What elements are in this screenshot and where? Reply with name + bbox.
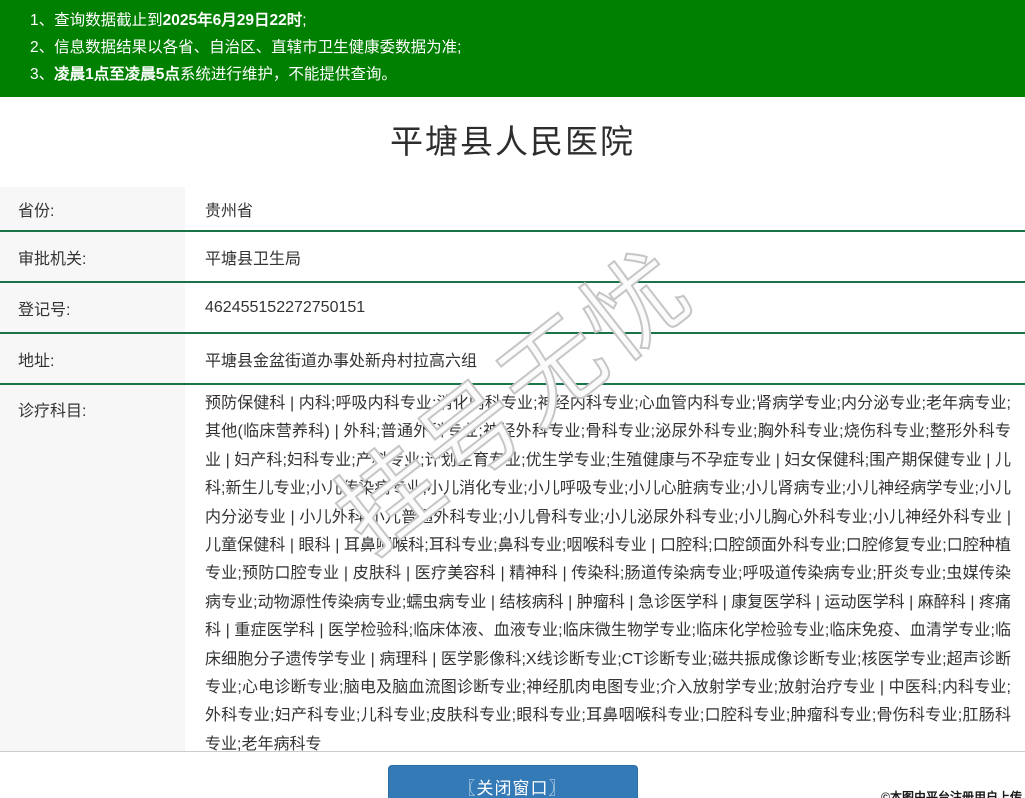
page-title: 平塘县人民医院	[390, 123, 635, 160]
notice-line-1: 1、查询数据截止到2025年6月29日22时;	[30, 7, 1015, 34]
table-row-departments: 诊疗科目: 预防保健科 | 内科;呼吸内科专业;消化内科专业;神经内科专业;心血…	[0, 385, 1025, 752]
notice-1-suffix: ;	[302, 12, 307, 29]
notice-line-3: 3、凌晨1点至凌晨5点系统进行维护，不能提供查询。	[30, 61, 1015, 88]
close-window-button[interactable]: 〖关闭窗口〗	[387, 765, 638, 798]
table-row-registration-number: 登记号: 462455152272750151	[0, 283, 1025, 334]
row-label-departments: 诊疗科目:	[0, 385, 185, 751]
notice-line-2: 2、信息数据结果以各省、自治区、直辖市卫生健康委数据为准;	[30, 34, 1015, 61]
row-label-address: 地址:	[0, 334, 185, 383]
notice-2-text: 2、信息数据结果以各省、自治区、直辖市卫生健康委数据为准;	[30, 39, 462, 56]
notice-1-text: 1、查询数据截止到	[30, 12, 163, 29]
row-label-province: 省份:	[0, 187, 185, 230]
row-label-registration-number: 登记号:	[0, 283, 185, 332]
image-credit: ©本图由平台注册用户上传	[881, 790, 1022, 798]
page: 1、查询数据截止到2025年6月29日22时; 2、信息数据结果以各省、自治区、…	[0, 0, 1025, 798]
row-value-province: 贵州省	[205, 202, 254, 220]
notice-1-bold: 2025年6月29日22时	[162, 12, 303, 29]
table-row-address: 地址: 平塘县金盆街道办事处新舟村拉高六组	[0, 334, 1025, 385]
table-row-approval-authority: 审批机关: 平塘县卫生局	[0, 232, 1025, 283]
row-value-departments: 预防保健科 | 内科;呼吸内科专业;消化内科专业;神经内科专业;心血管内科专业;…	[205, 395, 1011, 751]
notice-3-text: 3、	[30, 66, 55, 83]
row-label-approval-authority: 审批机关:	[0, 232, 185, 281]
notice-3-bold: 凌晨1点至凌晨5点	[54, 66, 180, 83]
row-value-approval-authority: 平塘县卫生局	[205, 250, 302, 268]
row-value-registration-number: 462455152272750151	[205, 298, 366, 316]
info-table: 省份: 贵州省 审批机关: 平塘县卫生局 登记号: 46245515227275…	[0, 187, 1025, 752]
notice-3-suffix: 系统进行维护，不能提供查询。	[179, 66, 397, 83]
notice-banner: 1、查询数据截止到2025年6月29日22时; 2、信息数据结果以各省、自治区、…	[0, 0, 1025, 97]
row-value-address: 平塘县金盆街道办事处新舟村拉高六组	[205, 352, 478, 370]
table-row-province: 省份: 贵州省	[0, 187, 1025, 232]
footer: 〖关闭窗口〗 ©本图由平台注册用户上传	[0, 765, 1025, 798]
